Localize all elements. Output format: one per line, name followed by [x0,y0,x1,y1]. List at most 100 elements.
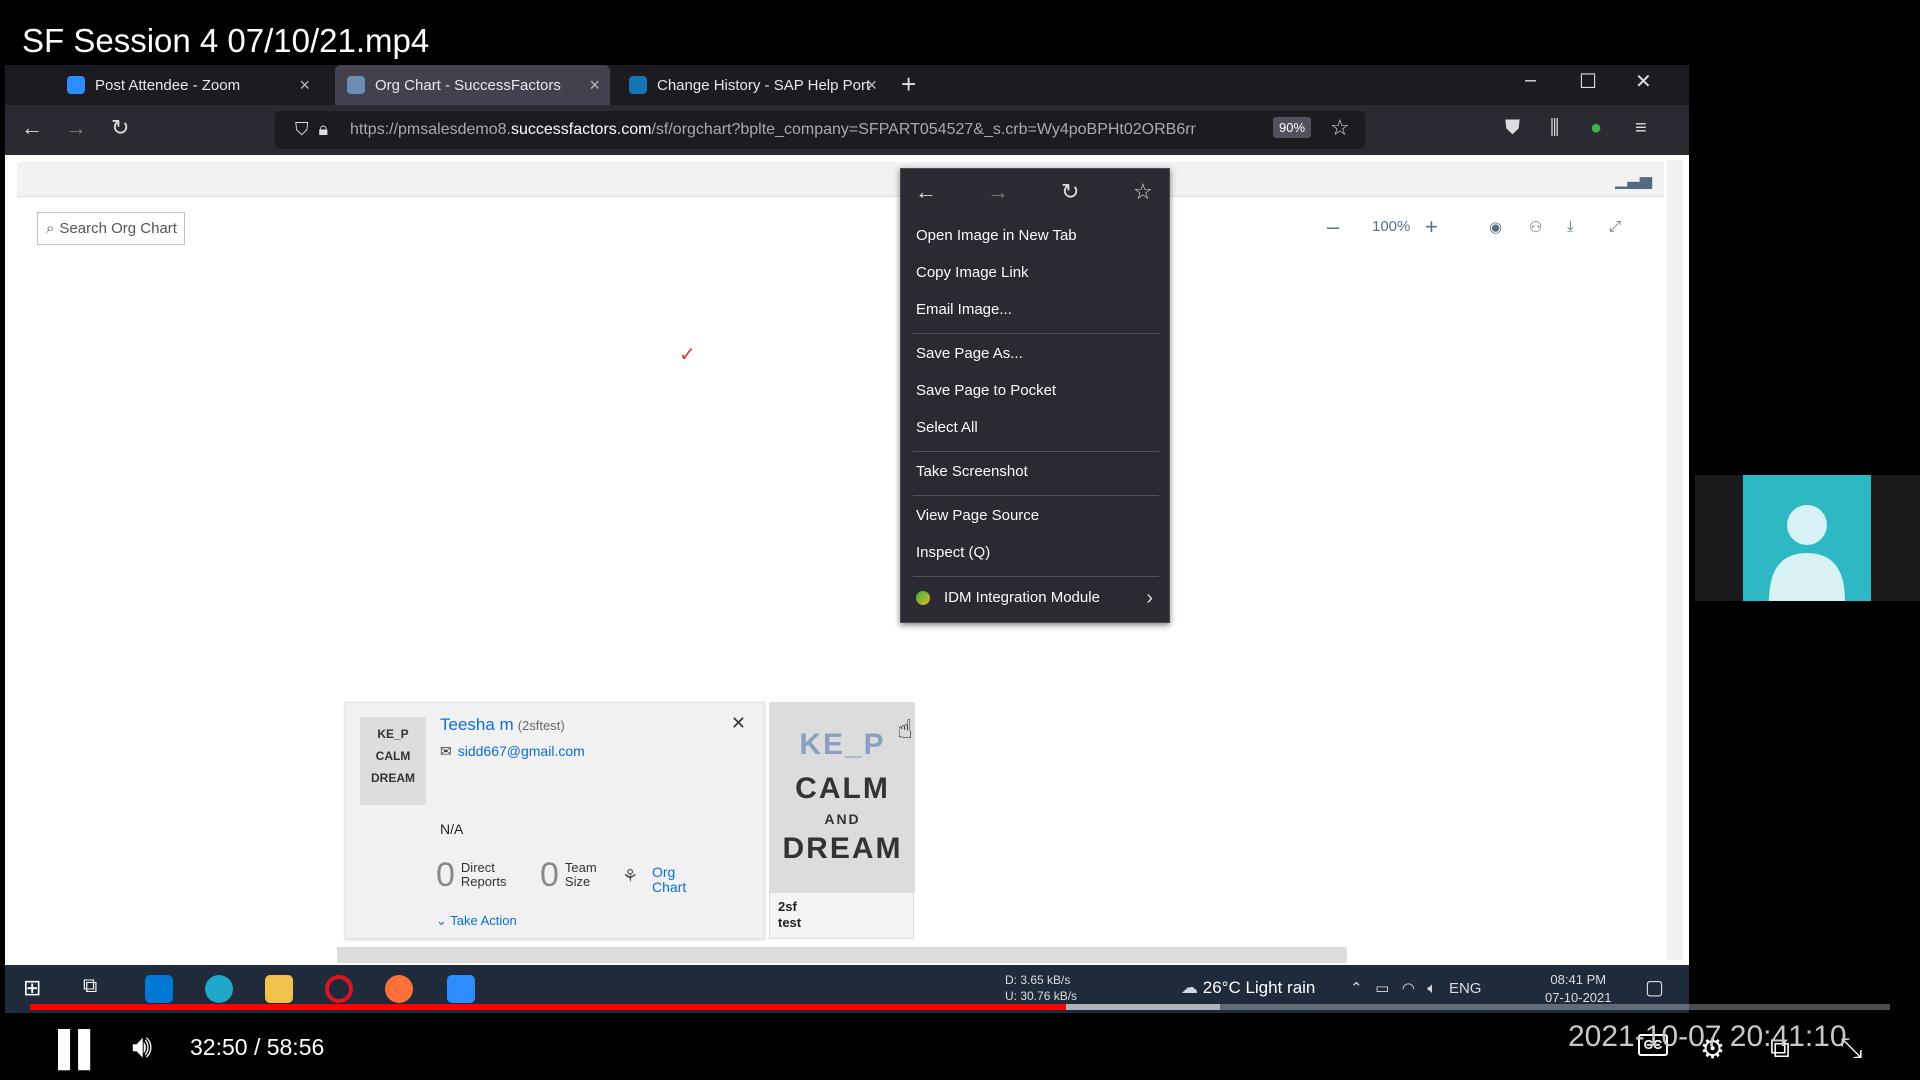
node-photo[interactable]: KE_P CALM AND DREAM [770,703,915,893]
menu-item-view-source[interactable]: View Page Source [916,507,1039,524]
menu-item-take-screenshot[interactable]: Take Screenshot [916,463,1028,480]
search-placeholder: Search Org Chart [59,220,177,237]
tab-zoom[interactable]: Post Attendee - Zoom × [55,65,320,105]
browser-tab-bar: Post Attendee - Zoom × Org Chart - Succe… [5,65,1689,105]
vertical-scrollbar[interactable] [1667,160,1683,960]
reload-icon[interactable]: ↻ [1061,179,1079,205]
video-progress-bar[interactable] [30,1004,1890,1010]
back-icon[interactable]: ← [915,179,937,205]
speaker-icon[interactable]: 🔈︎ [1427,980,1436,997]
checkmark-annotation: ✓ [679,344,696,366]
weather-widget[interactable]: ☁ 26°C Light rain [1181,978,1315,998]
zoom-in-icon[interactable]: + [1425,214,1438,240]
view-icon[interactable]: ◉ [1489,218,1502,236]
maximize-icon[interactable]: ☐ [1579,69,1597,94]
menu-item-select-all[interactable]: Select All [916,419,978,436]
forward-icon[interactable]: → [65,115,87,141]
person-settings-icon[interactable]: ⚇ [1529,218,1542,236]
menu-separator [913,451,1159,452]
url-bar[interactable]: https://pmsalesdemo8. successfactors.com /… [275,111,1365,149]
photo-text: KE_P [799,728,886,761]
sap-icon [629,76,647,94]
take-action-text: Take Action [450,913,517,928]
chevron-up-icon[interactable]: ⌃ [1350,980,1363,997]
new-tab-button[interactable]: + [901,69,916,100]
taskbar-clock[interactable]: 08:41 PM 07-10-2021 [1545,971,1612,1007]
language-indicator[interactable]: ENG [1449,980,1482,997]
label-line: test [778,915,802,930]
pause-button[interactable]: ▌▌ [58,1030,102,1069]
video-title: SF Session 4 07/10/21.mp4 [22,22,430,59]
wifi-icon[interactable]: ◠ [1402,980,1415,997]
idm-icon [916,590,930,605]
bookmark-star-icon[interactable]: ☆ [1330,115,1350,141]
menu-separator [913,576,1159,577]
network-speed: D: 3.65 kB/s U: 30.76 kB/s [1005,972,1077,1004]
take-action-link[interactable]: ⌄ Take Action [436,913,517,929]
firefox-icon[interactable] [385,975,413,1003]
reload-icon[interactable]: ↻ [111,115,129,141]
zoom-out-icon[interactable]: – [1327,214,1339,240]
close-tab-icon[interactable]: × [299,75,310,96]
back-icon[interactable]: ← [21,115,43,141]
participant-avatar-tile[interactable] [1743,475,1871,601]
idm-extension-icon[interactable]: ● [1590,117,1602,140]
menu-item-copy-image-link[interactable]: Copy Image Link [916,264,1029,281]
pocket-icon[interactable]: ⛊ [1505,117,1520,140]
employee-name[interactable]: Teesha m (2sftest) [440,715,565,735]
photo-text: DREAM [782,832,903,865]
employee-photo: KE_P CALM DREAM [360,717,426,805]
close-tab-icon[interactable]: × [589,75,600,96]
zoom-icon [67,76,85,94]
file-explorer-icon[interactable] [265,975,293,1003]
close-card-icon[interactable]: ✕ [731,713,746,734]
notifications-icon[interactable]: ▢ [1645,975,1664,1000]
mail-icon: ✉ [440,743,452,759]
edge-icon[interactable] [205,975,233,1003]
windows-start-icon[interactable]: ⊞ [23,975,51,1003]
org-chart-link[interactable]: ⚘ Org Chart [622,865,686,895]
zoom-badge[interactable]: 90% [1273,117,1312,138]
volume-icon[interactable]: 🔊︎ [132,1028,152,1066]
download-icon[interactable]: ⤓ [1567,218,1574,235]
label-line: Reports [460,874,507,889]
tab-change-history[interactable]: Change History - SAP Help Port × [617,65,887,105]
menu-item-open-image[interactable]: Open Image in New Tab [916,227,1077,244]
analytics-icon[interactable]: ▁▃▅ [1615,170,1652,190]
fullscreen-icon[interactable]: ⤢ [1609,218,1621,235]
tab-label: Post Attendee - Zoom [95,76,241,94]
employee-name-text: Teesha m [440,715,514,734]
search-org-chart-input[interactable]: ⌕ Search Org Chart [37,212,185,245]
mouse-cursor-icon: ☝ [897,714,913,744]
close-window-icon[interactable]: ✕ [1635,69,1652,94]
employee-email-link[interactable]: ✉ sidd667@gmail.com [440,743,585,760]
battery-icon[interactable]: ▭ [1375,980,1389,997]
task-view-icon[interactable]: ⧉ [83,975,111,1003]
direct-reports-stat: 0 Direct Reports [436,858,507,892]
cloud-rain-icon: ☁ [1181,978,1203,997]
menu-item-idm[interactable]: IDM Integration Module [916,589,1100,606]
forward-icon[interactable]: → [987,179,1009,205]
minimize-icon[interactable]: – [1525,69,1536,92]
menu-item-inspect[interactable]: Inspect (Q) [916,544,990,561]
label-line: Team [564,860,597,875]
video-frame[interactable]: Post Attendee - Zoom × Org Chart - Succe… [5,65,1689,1013]
org-chart-node[interactable]: KE_P CALM AND DREAM 2sf test [769,702,915,939]
participant-strip [1695,475,1920,601]
skype-icon[interactable] [145,975,173,1003]
menu-item-save-page-as[interactable]: Save Page As... [916,345,1023,362]
menu-icon[interactable]: ≡ [1635,117,1647,140]
opera-icon[interactable] [325,975,353,1003]
browser-nav-bar: ← → ↻ https://pmsalesdemo8. successfactor… [5,105,1689,155]
bookmark-star-icon[interactable]: ☆ [1133,179,1153,205]
shield-lock-icons[interactable]: ⛉ 🔒︎ [295,119,328,140]
team-size-count: 0 [540,856,559,894]
zoom-app-icon[interactable] [447,975,475,1003]
photo-text: CALM [375,749,411,763]
close-tab-icon[interactable]: × [866,75,877,96]
menu-item-email-image[interactable]: Email Image... [916,301,1012,318]
tab-org-chart[interactable]: Org Chart - SuccessFactors × [335,65,610,105]
library-icon[interactable]: ⫼ [1550,117,1559,140]
horizontal-scrollbar[interactable] [337,947,1347,963]
menu-item-save-to-pocket[interactable]: Save Page to Pocket [916,382,1056,399]
